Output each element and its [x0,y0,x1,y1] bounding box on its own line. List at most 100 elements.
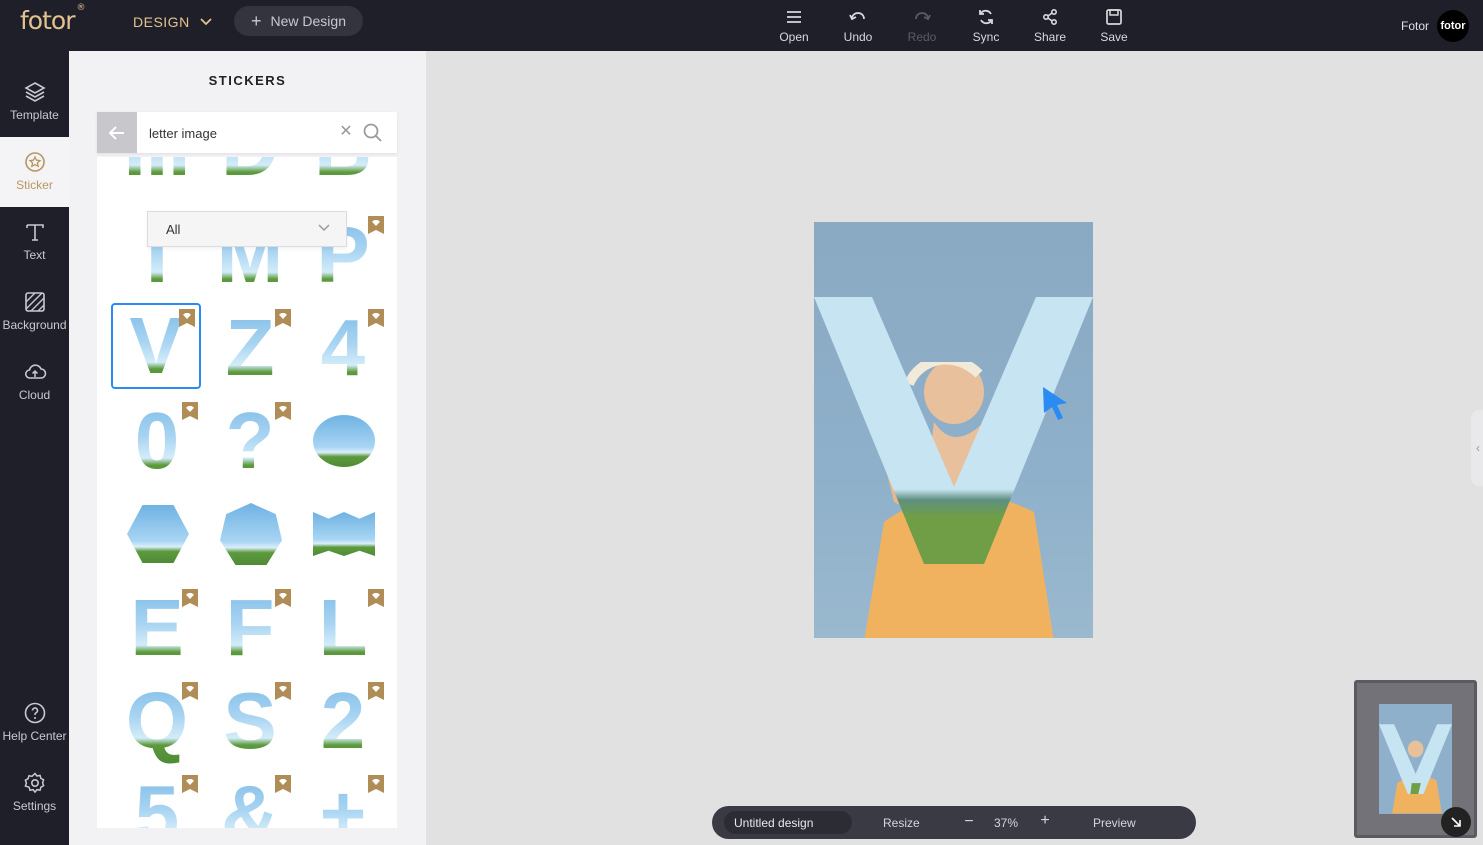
chevron-down-icon [318,224,330,232]
sticker-item[interactable]: Z [205,305,295,391]
collapse-panel-handle[interactable]: ‹ [1471,410,1483,486]
sidebar-item-template[interactable]: Template [0,67,69,137]
undo-icon [849,12,865,21]
text-icon [25,224,44,241]
save-icon [1106,9,1122,25]
sticker-item[interactable]: 0 [112,398,202,484]
fotor-logo[interactable]: fotor ® [20,2,85,35]
help-icon [24,702,45,724]
sticker-item[interactable]: III [112,157,202,191]
preview-button[interactable]: Preview [1093,816,1136,830]
save-label: Save [1100,30,1128,44]
sticker-item-ellipse[interactable] [298,398,388,484]
account-menu[interactable]: Fotor fotor [1401,10,1469,42]
sidebar-item-settings[interactable]: Settings [0,758,69,828]
sticker-item[interactable]: E [112,585,202,671]
category-filter-dropdown[interactable]: All [147,211,347,247]
panel-title: STICKERS [208,73,287,88]
chevron-down-icon [200,18,212,26]
open-button[interactable]: Open [762,0,826,51]
plus-icon: + [251,11,262,31]
sidebar-item-cloud[interactable]: Cloud [0,347,69,417]
sticker-item[interactable]: Q [112,678,202,764]
avatar[interactable]: fotor [1437,10,1469,42]
share-button[interactable]: Share [1018,0,1082,51]
sticker-item-wave[interactable] [298,491,388,577]
share-icon [1042,8,1058,26]
sticker-item[interactable]: L [298,585,388,671]
layers-icon [23,82,46,102]
menu-icon [787,11,801,23]
thumbnail-image [1379,724,1452,814]
sidebar-label: Help Center [2,729,67,743]
sidebar-item-text[interactable]: Text [0,207,69,277]
new-design-button[interactable]: + New Design [234,6,363,36]
search-icon[interactable] [362,122,384,144]
sync-button[interactable]: Sync [954,0,1018,51]
sticker-item[interactable]: ? [205,398,295,484]
top-bar: fotor ® DESIGN + New Design Open Undo Red… [0,0,1483,51]
zoom-in-button[interactable]: + [1038,812,1052,830]
open-label: Open [779,30,809,44]
undo-label: Undo [843,30,873,44]
sidebar-label: Template [10,108,59,122]
redo-icon [915,12,931,21]
sticker-item[interactable]: S [205,678,295,764]
left-rail: Template Sticker Text Background Cloud H… [0,51,69,845]
logo-mark: ® [76,2,85,13]
navigator-thumbnail [1379,704,1452,814]
sidebar-item-sticker[interactable]: Sticker [0,137,69,207]
chevron-left-icon: ‹ [1476,441,1480,455]
save-button[interactable]: Save [1082,0,1146,51]
sticker-item[interactable]: + [298,771,388,828]
sticker-item-heptagon[interactable] [205,491,295,577]
sticker-item[interactable]: 4 [298,305,388,391]
sticker-item-hexagon[interactable] [112,491,202,577]
sync-icon [979,9,993,25]
undo-button[interactable]: Undo [826,0,890,51]
sidebar-label: Settings [12,799,57,813]
zoom-level: 37% [994,816,1019,830]
navigator-panel[interactable] [1354,680,1477,838]
sticker-item[interactable]: & [205,771,295,828]
new-design-label: New Design [270,13,346,29]
bottom-bar: Untitled design Resize − 37% + Preview [712,806,1196,839]
hexagon-shape-icon [127,505,189,563]
document-name-field[interactable]: Untitled design [724,811,852,834]
zoom-out-button[interactable]: − [962,813,976,831]
redo-label: Redo [907,30,937,44]
arrow-down-right-icon [1451,817,1461,827]
sidebar-label: Background [2,318,67,332]
sidebar-item-help-center[interactable]: Help Center [0,688,69,758]
resize-button[interactable]: Resize [883,816,920,830]
arrow-left-icon [108,125,124,140]
heptagon-shape-icon [220,503,282,565]
design-menu[interactable]: DESIGN [133,14,212,30]
design-canvas[interactable] [814,222,1093,638]
gear-icon [23,772,45,794]
sticker-item[interactable]: F [205,585,295,671]
document-name: Untitled design [734,815,814,830]
background-icon [24,292,45,312]
sync-label: Sync [972,30,1000,44]
ellipse-shape-icon [313,415,375,467]
clear-icon[interactable]: ✕ [337,123,355,141]
sidebar-label: Sticker [16,178,53,192]
sidebar-label: Cloud [18,388,51,402]
share-label: Share [1033,30,1067,44]
sticker-item[interactable]: D [205,157,295,191]
collapse-navigator-button[interactable] [1441,807,1471,837]
sticker-icon [24,152,45,172]
logo-text: fotor [20,6,75,35]
filter-value: All [166,221,181,237]
search-input[interactable] [149,122,329,144]
avatar-text: fotor [1440,20,1466,32]
sticker-item-selected[interactable]: V [111,303,201,389]
sticker-item[interactable]: B [298,157,388,191]
sticker-item[interactable]: 5 [112,771,202,828]
back-button[interactable] [97,112,137,153]
v-letter-sticker[interactable] [814,297,1093,567]
redo-button[interactable]: Redo [890,0,954,51]
sticker-item[interactable]: 2 [298,678,388,764]
sidebar-item-background[interactable]: Background [0,277,69,347]
